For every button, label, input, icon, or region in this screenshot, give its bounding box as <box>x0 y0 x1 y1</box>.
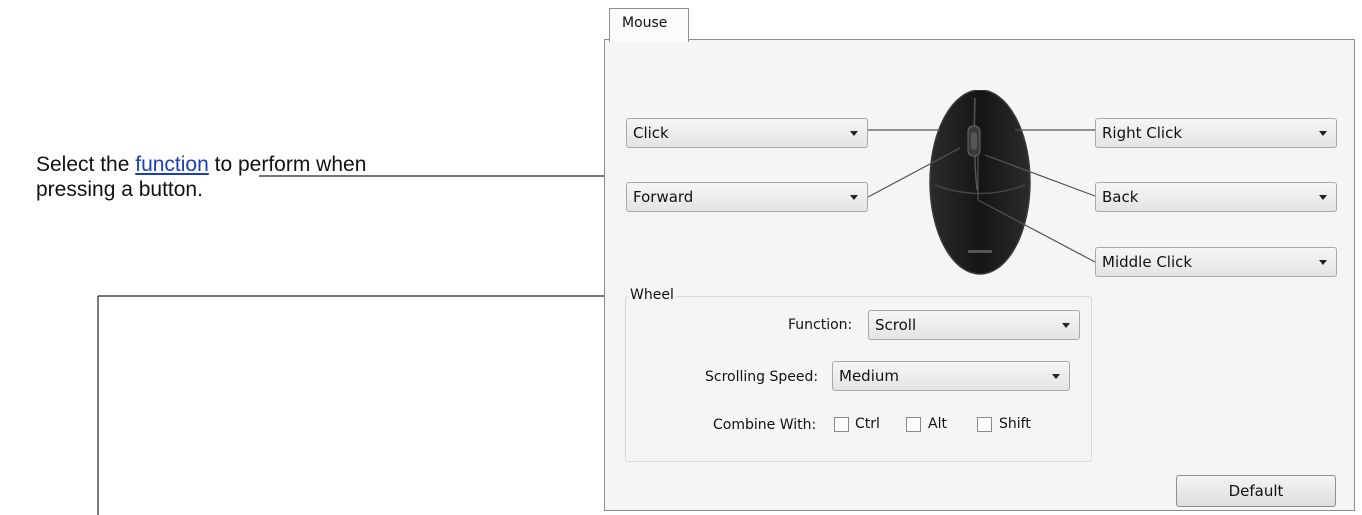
chevron-down-icon <box>1319 195 1327 200</box>
left-button-value: Click <box>633 124 669 142</box>
chevron-down-icon <box>1319 260 1327 265</box>
combine-with-label: Combine With: <box>713 417 817 433</box>
chevron-down-icon <box>1052 374 1060 379</box>
default-button[interactable]: Default <box>1176 475 1336 507</box>
chevron-down-icon <box>1319 131 1327 136</box>
mouse-illustration <box>929 90 1031 275</box>
default-button-label: Default <box>1228 482 1284 500</box>
middle-button-value: Middle Click <box>1102 253 1193 271</box>
middle-button-dropdown[interactable]: Middle Click <box>1095 247 1337 277</box>
tab-mouse-label: Mouse <box>622 15 668 31</box>
forward-button-value: Forward <box>633 188 694 206</box>
back-button-dropdown[interactable]: Back <box>1095 182 1337 212</box>
wheel-function-value: Scroll <box>875 316 917 334</box>
scrolling-speed-value: Medium <box>839 367 899 385</box>
left-button-dropdown[interactable]: Click <box>626 118 868 148</box>
right-button-dropdown[interactable]: Right Click <box>1095 118 1337 148</box>
forward-button-dropdown[interactable]: Forward <box>626 182 868 212</box>
alt-label: Alt <box>928 416 947 432</box>
tab-mouse[interactable]: Mouse <box>609 8 689 42</box>
alt-checkbox[interactable] <box>906 417 921 432</box>
wheel-function-dropdown[interactable]: Scroll <box>868 310 1080 340</box>
scrolling-speed-dropdown[interactable]: Medium <box>832 361 1070 391</box>
ctrl-checkbox[interactable] <box>834 417 849 432</box>
shift-checkbox[interactable] <box>977 417 992 432</box>
scrolling-speed-label: Scrolling Speed: <box>705 369 819 385</box>
wheel-function-label: Function: <box>788 317 853 333</box>
shift-label: Shift <box>999 416 1031 432</box>
right-button-value: Right Click <box>1102 124 1183 142</box>
chevron-down-icon <box>850 131 858 136</box>
back-button-value: Back <box>1102 188 1139 206</box>
ctrl-label: Ctrl <box>855 416 880 432</box>
wheel-group-legend: Wheel <box>628 287 676 303</box>
chevron-down-icon <box>850 195 858 200</box>
chevron-down-icon <box>1062 323 1070 328</box>
